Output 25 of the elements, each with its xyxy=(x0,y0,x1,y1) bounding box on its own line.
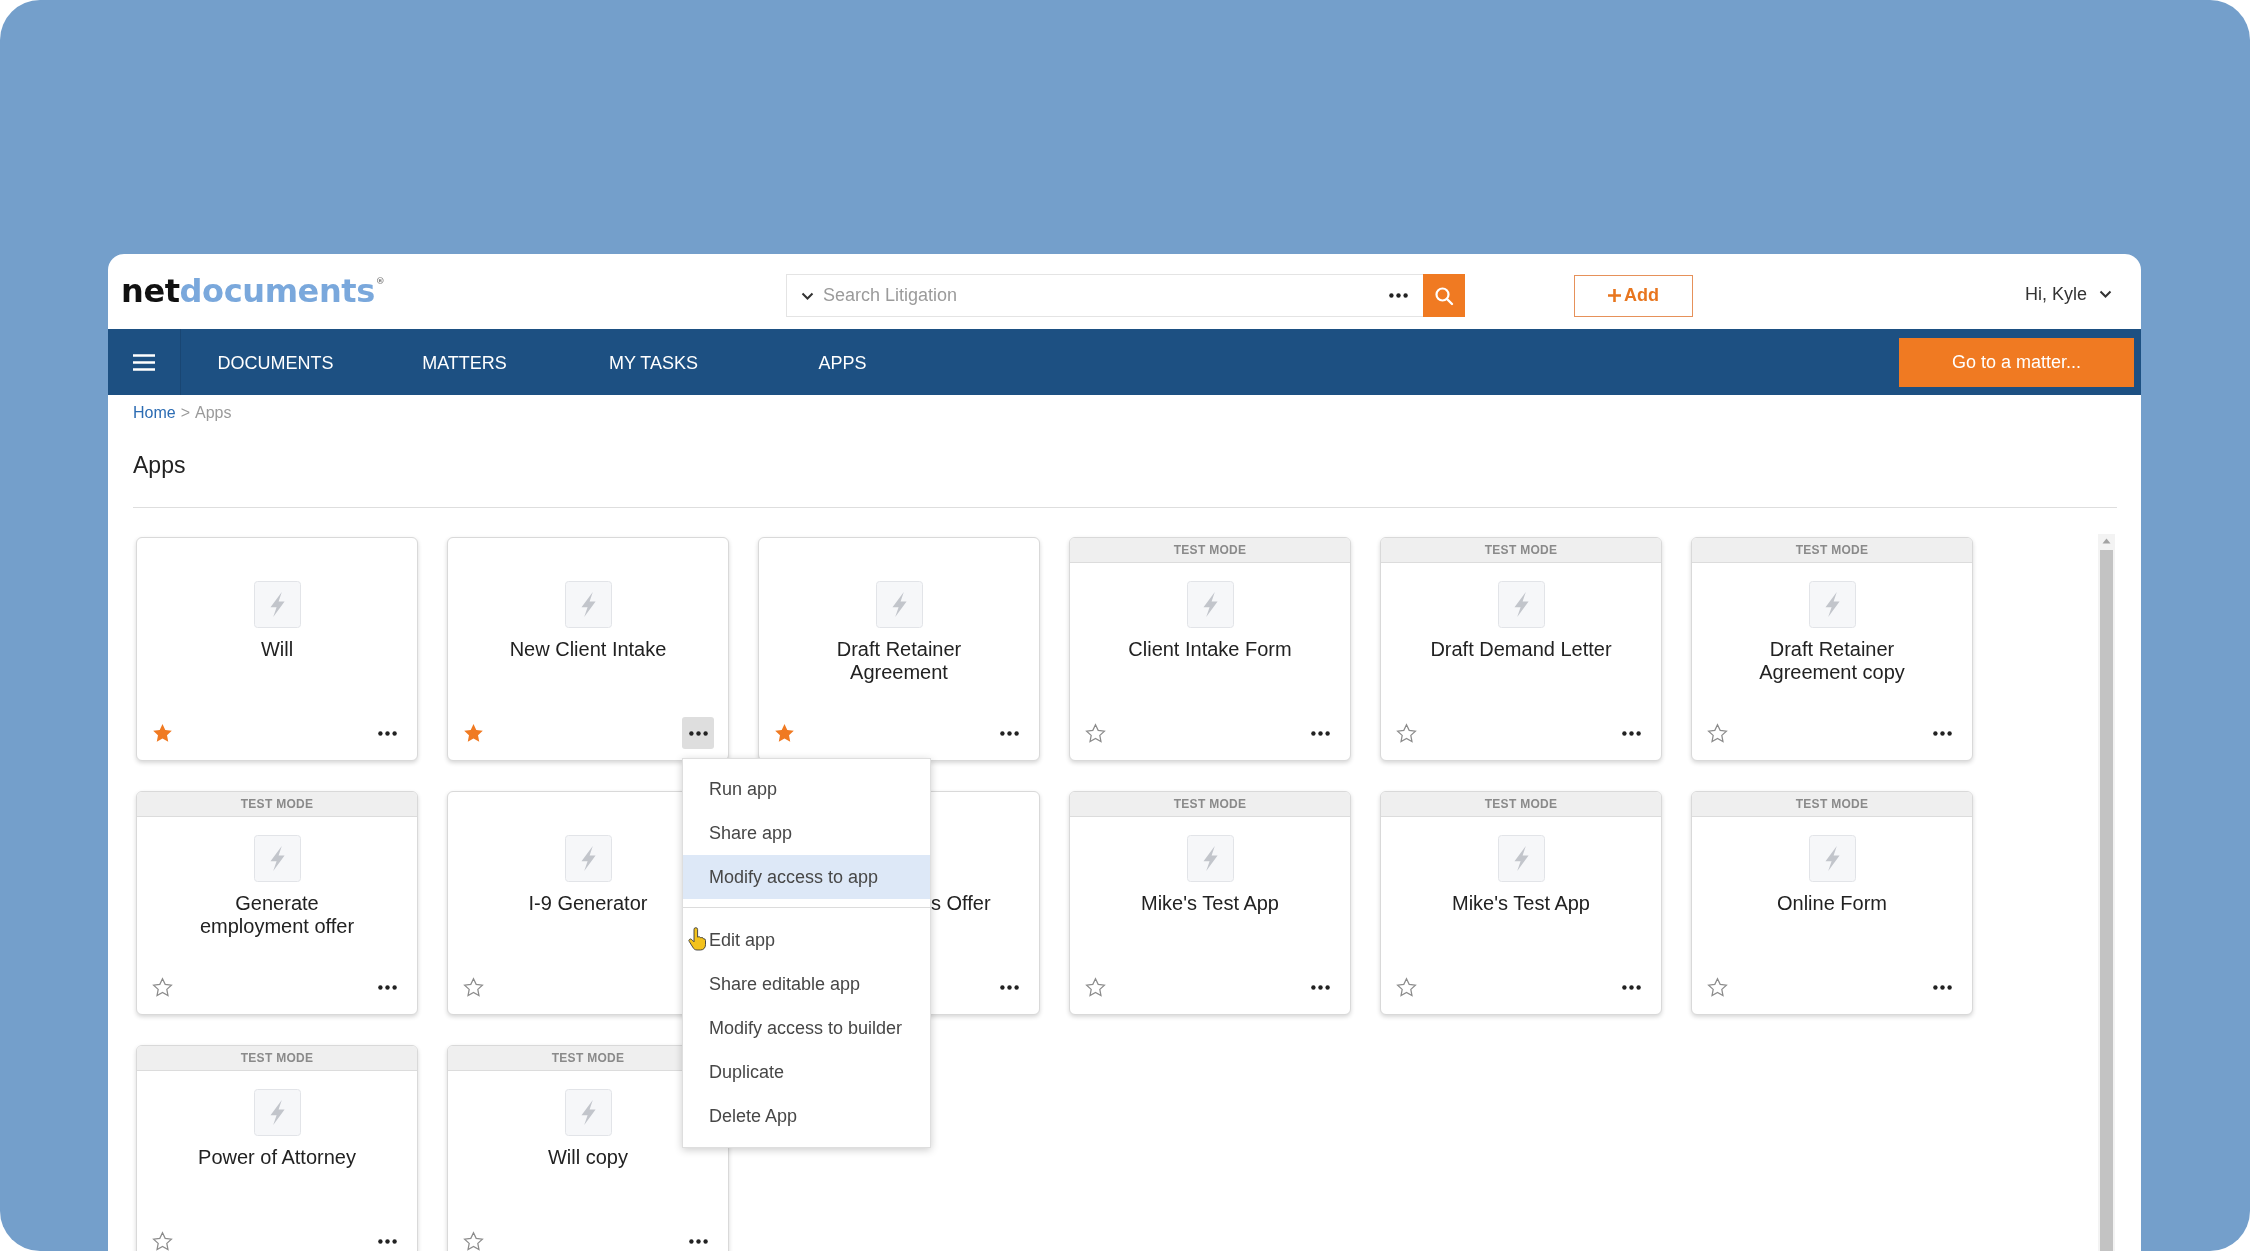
test-mode-banner: TEST MODE xyxy=(137,1046,417,1071)
breadcrumb-separator: > xyxy=(180,403,191,423)
app-title: Mike's Test App xyxy=(1141,892,1279,915)
test-mode-banner: TEST MODE xyxy=(1070,538,1350,563)
app-title: s Offer xyxy=(931,892,991,915)
test-mode-banner: TEST MODE xyxy=(1381,792,1661,817)
app-title: Draft Retainer Agreement copy xyxy=(1758,638,1906,684)
app-title: Power of Attorney xyxy=(198,1146,356,1169)
test-mode-banner: TEST MODE xyxy=(1070,792,1350,817)
app-title: New Client Intake xyxy=(509,638,667,661)
app-title: Mike's Test App xyxy=(1452,892,1590,915)
app-title: I-9 Generator xyxy=(528,892,648,915)
test-mode-banner: TEST MODE xyxy=(1692,538,1972,563)
app-title: Will xyxy=(260,638,294,661)
app-title: Will copy xyxy=(548,1146,628,1169)
test-mode-banner: TEST MODE xyxy=(1381,538,1661,563)
app-title: Client Intake Form xyxy=(1128,638,1292,661)
app-title: Generate employment offer xyxy=(198,892,356,938)
app-title: Online Form xyxy=(1777,892,1887,915)
test-mode-banner: TEST MODE xyxy=(137,792,417,817)
app-title: Draft Retainer Agreement xyxy=(835,638,963,684)
test-mode-banner: TEST MODE xyxy=(1692,792,1972,817)
breadcrumb-current: Apps xyxy=(195,403,232,423)
app-title: Draft Demand Letter xyxy=(1430,638,1612,661)
page-title: Apps xyxy=(133,453,187,477)
